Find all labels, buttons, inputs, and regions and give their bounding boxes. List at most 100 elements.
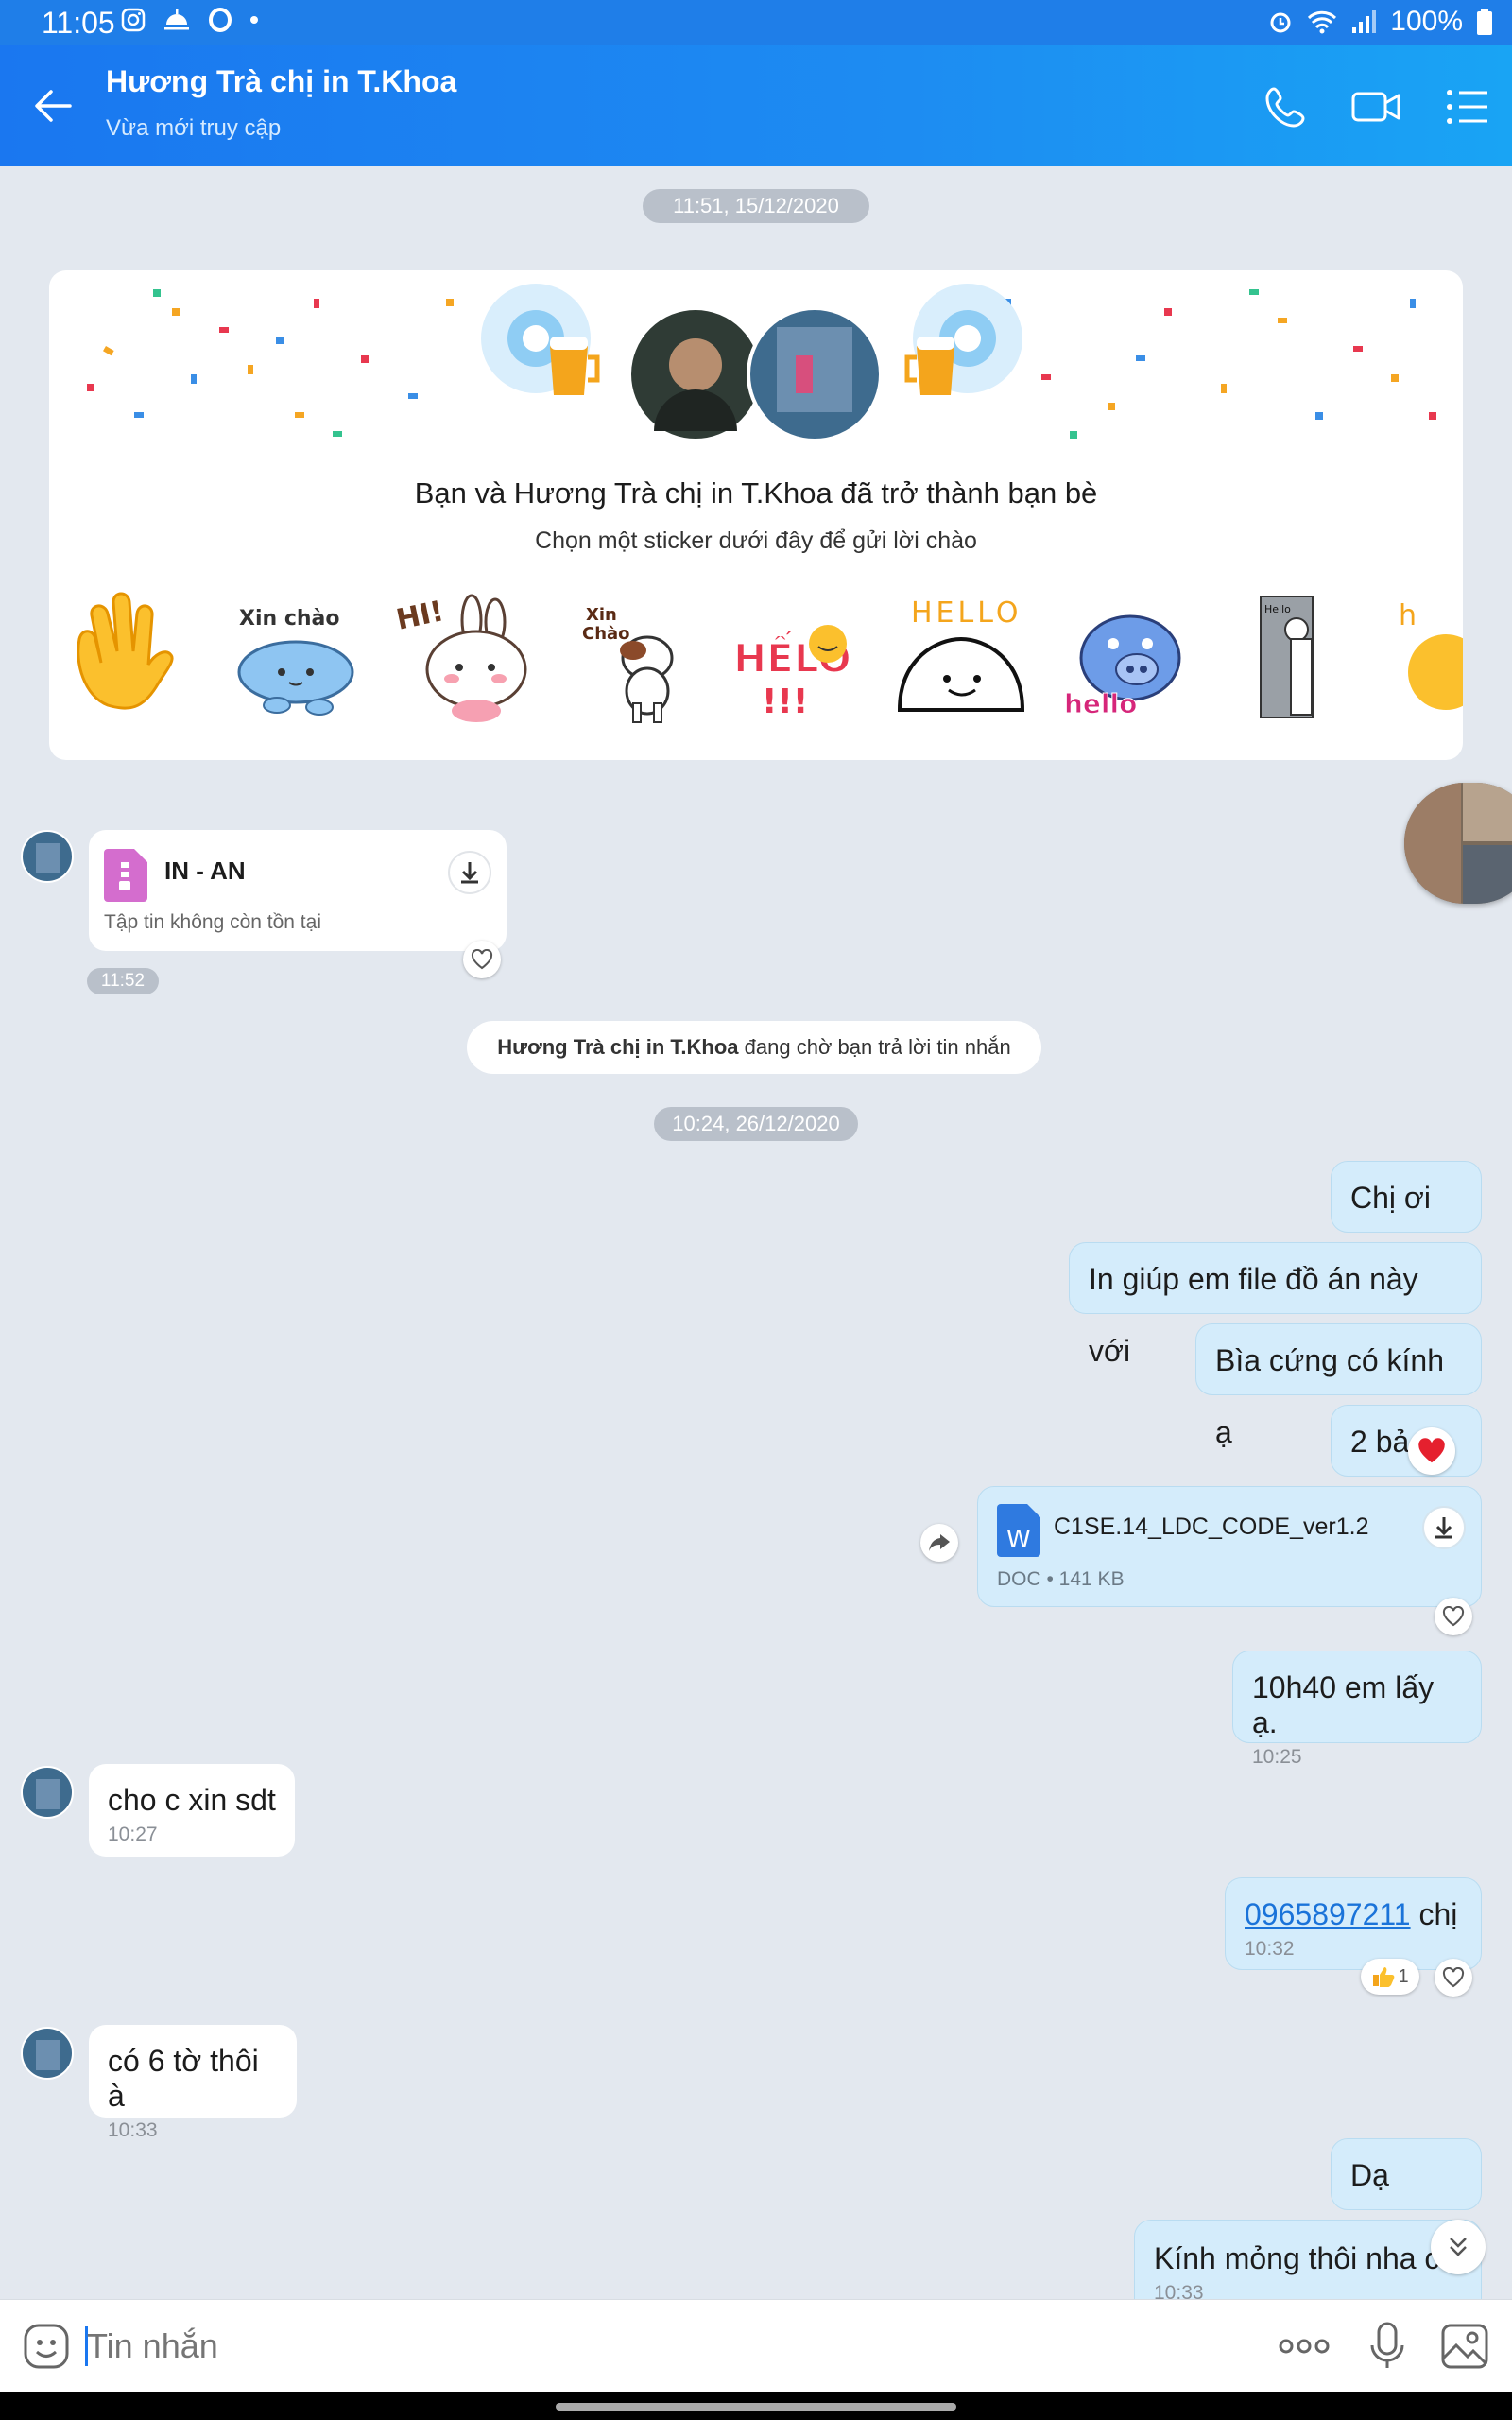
- message-text: chị: [1410, 1897, 1458, 1931]
- message-in[interactable]: có 6 tờ thôi à 10:33: [89, 2025, 297, 2141]
- weather-icon: [164, 9, 189, 30]
- microphone-icon[interactable]: [1368, 2321, 1406, 2372]
- contact-avatar[interactable]: [21, 2027, 74, 2080]
- download-icon[interactable]: [448, 851, 491, 894]
- file-status: Tập tin không còn tồn tại: [104, 911, 321, 933]
- video-call-icon[interactable]: [1349, 81, 1402, 132]
- forward-icon: [929, 1534, 950, 1551]
- file-message-in[interactable]: IN - AN Tập tin không còn tồn tại: [89, 830, 507, 951]
- like-reaction-count[interactable]: 1: [1361, 1959, 1419, 1995]
- floating-chat-head[interactable]: [1404, 783, 1512, 904]
- status-time: 11:05: [42, 6, 115, 40]
- new-friend-card: Bạn và Hương Trà chị in T.Khoa đã trở th…: [49, 270, 1463, 760]
- file-meta: DOC • 141 KB: [997, 1568, 1125, 1590]
- message-clip-area: Kính mỏng thôi nha c 10:33: [0, 2212, 1512, 2299]
- message-out[interactable]: 2 bả: [1331, 1405, 1482, 1477]
- battery-icon: [1477, 9, 1492, 35]
- date-separator: 10:24, 26/12/2020: [654, 1107, 858, 1141]
- status-bar: 11:05 100%: [0, 0, 1512, 45]
- waiting-notice-text: đang chờ bạn trả lời tin nhắn: [738, 1035, 1011, 1059]
- sticker-hi-bunny[interactable]: HI!: [391, 592, 533, 724]
- sticker-hello-blob[interactable]: HELLO: [890, 592, 1032, 724]
- wifi-icon: [1308, 10, 1337, 34]
- sticker-hello-door-bear[interactable]: Hello: [1223, 592, 1365, 724]
- sticker-hint: Chọn một sticker dưới đây để gửi lời chà…: [522, 527, 990, 554]
- zip-file-icon: [104, 849, 147, 902]
- message-text: có 6 tờ thôi à: [108, 2044, 259, 2113]
- message-time: 11:52: [87, 968, 159, 994]
- file-message-out[interactable]: W C1SE.14_LDC_CODE_ver1.2 DOC • 141 KB: [977, 1486, 1482, 1607]
- svg-text:Xin: Xin: [586, 605, 617, 625]
- sticker-xin-chao-dog[interactable]: XinChào: [558, 592, 699, 724]
- menu-list-icon[interactable]: [1442, 81, 1493, 132]
- back-arrow-icon[interactable]: [28, 81, 77, 130]
- word-letter: W: [1006, 1526, 1031, 1554]
- message-out[interactable]: Kính mỏng thôi nha c 10:33: [1134, 2220, 1482, 2299]
- svg-text:h: h: [1399, 599, 1417, 632]
- heart-outline-icon: [471, 949, 493, 970]
- sticker-hello-pig[interactable]: hello: [1057, 592, 1198, 724]
- svg-text:HELLO: HELLO: [911, 596, 1022, 630]
- message-time: 10:33: [108, 2119, 158, 2141]
- contact-avatar[interactable]: [21, 1766, 74, 1819]
- date-separator: 11:51, 15/12/2020: [643, 189, 869, 223]
- reaction-count: 1: [1398, 1965, 1409, 1987]
- opera-icon: [209, 8, 232, 32]
- like-reaction-button[interactable]: [463, 941, 501, 978]
- svg-text:Hello: Hello: [1264, 603, 1291, 615]
- waiting-notice: Hương Trà chị in T.Khoa đang chờ bạn trả…: [467, 1021, 1041, 1074]
- message-out[interactable]: In giúp em file đồ án này với: [1069, 1242, 1482, 1368]
- message-in[interactable]: cho c xin sdt 10:27: [89, 1764, 295, 1857]
- message-out[interactable]: 10h40 em lấy ạ. 10:25: [1232, 1651, 1482, 1768]
- sticker-wave-hand[interactable]: [60, 592, 202, 724]
- dot-icon: [250, 16, 258, 24]
- confetti-banner: [87, 284, 1436, 442]
- instagram-icon: [121, 8, 146, 32]
- message-input[interactable]: [87, 2321, 654, 2372]
- heart-outline-icon: [1442, 1606, 1465, 1627]
- message-text: 10h40 em lấy ạ.: [1252, 1670, 1435, 1739]
- heart-reaction-badge[interactable]: [1408, 1427, 1455, 1475]
- svg-text:hello: hello: [1064, 688, 1137, 719]
- sticker-helo-text[interactable]: HẾLÔ!!!: [724, 592, 866, 724]
- message-out[interactable]: Dạ: [1331, 2138, 1482, 2210]
- message-time: 10:33: [1154, 2282, 1204, 2299]
- sticker-partial[interactable]: h: [1389, 592, 1463, 724]
- word-file-icon: W: [997, 1504, 1040, 1557]
- message-out[interactable]: Chị ơi: [1331, 1161, 1482, 1233]
- svg-text:Xin chào: Xin chào: [239, 607, 340, 631]
- contact-name[interactable]: Hương Trà chị in T.Khoa: [106, 64, 456, 99]
- download-icon[interactable]: [1422, 1506, 1466, 1549]
- svg-text:HI!: HI!: [393, 595, 446, 637]
- signal-icon: [1352, 10, 1377, 33]
- message-out[interactable]: 0965897211 chị 10:32: [1225, 1877, 1482, 1970]
- message-time: 10:32: [1245, 1938, 1295, 1960]
- emoji-sticker-icon[interactable]: [23, 2323, 70, 2370]
- message-out[interactable]: Bìa cứng có kính ạ: [1195, 1323, 1482, 1449]
- phone-call-icon[interactable]: [1261, 81, 1312, 132]
- message-text: cho c xin sdt: [108, 1783, 276, 1817]
- contact-avatar[interactable]: [21, 830, 74, 883]
- like-reaction-button[interactable]: [1435, 1598, 1472, 1635]
- file-name: C1SE.14_LDC_CODE_ver1.2: [1054, 1513, 1369, 1540]
- thumbs-up-icon: [1373, 1967, 1395, 1987]
- share-button[interactable]: [920, 1524, 958, 1562]
- image-gallery-icon[interactable]: [1440, 2323, 1489, 2370]
- message-text: Kính mỏng thôi nha c: [1154, 2241, 1440, 2275]
- friend-notice-text: Bạn và Hương Trà chị in T.Khoa đã trở th…: [414, 476, 1098, 510]
- svg-text:Chào: Chào: [582, 624, 630, 644]
- like-reaction-button[interactable]: [1435, 1959, 1472, 1996]
- home-gesture-handle[interactable]: [556, 2403, 956, 2411]
- message-time: 10:27: [108, 1824, 158, 1845]
- battery-percent: 100%: [1390, 6, 1463, 37]
- scroll-to-bottom-button[interactable]: [1431, 2220, 1486, 2274]
- message-time: 10:25: [1252, 1746, 1302, 1768]
- phone-link[interactable]: 0965897211: [1245, 1897, 1411, 1931]
- heart-filled-icon: [1418, 1438, 1445, 1463]
- chat-header: Hương Trà chị in T.Khoa Vừa mới truy cập: [0, 45, 1512, 166]
- system-nav-bar: [0, 2392, 1512, 2420]
- waiting-contact-name: Hương Trà chị in T.Khoa: [497, 1035, 739, 1059]
- more-options-icon[interactable]: [1278, 2332, 1331, 2360]
- sticker-xin-chao-cat[interactable]: Xin chào: [225, 592, 367, 724]
- double-chevron-down-icon: [1450, 2238, 1467, 2256]
